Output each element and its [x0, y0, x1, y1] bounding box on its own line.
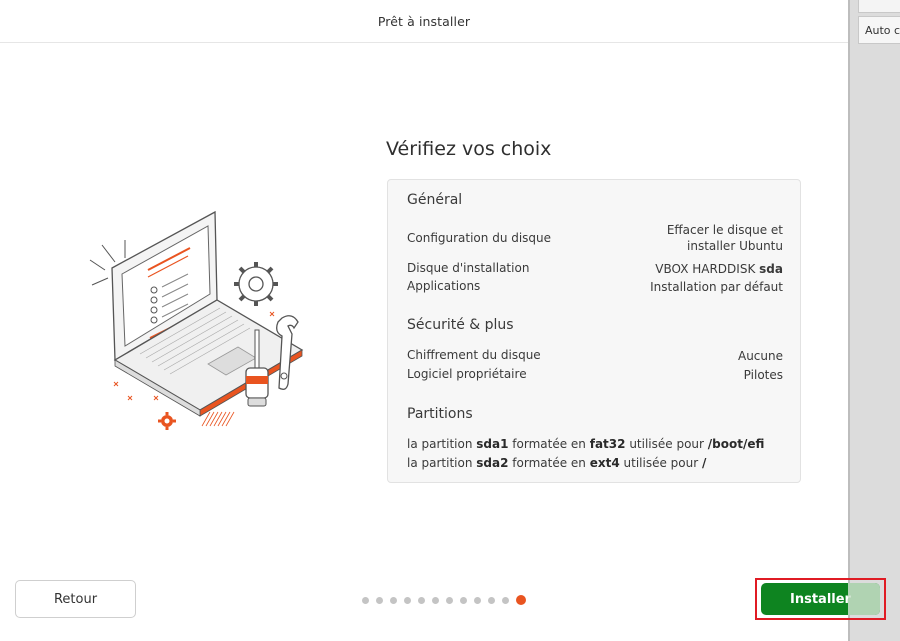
- disk-configuration-row: Configuration du disque Effacer le disqu…: [407, 222, 783, 256]
- gear-icon: [234, 262, 278, 306]
- row-label: Disque d'installation: [407, 261, 530, 275]
- summary-panel: Général Configuration du disque Effacer …: [387, 179, 801, 483]
- install-button-overlay: [848, 583, 880, 615]
- step-progress-dots: [362, 595, 526, 605]
- step-dot: [376, 596, 383, 604]
- step-dot: [418, 596, 425, 604]
- step-dot: [362, 596, 369, 604]
- install-disk-row: Disque d'installation VBOX HARDDISK sda: [407, 261, 783, 277]
- partitions-section-title: Partitions: [407, 406, 473, 422]
- back-button[interactable]: Retour: [15, 580, 136, 618]
- row-label: Applications: [407, 279, 481, 293]
- step-dot: [432, 596, 439, 604]
- step-dot: [474, 596, 481, 604]
- partition-item: la partition sda2 formatée en ext4 utili…: [407, 456, 707, 470]
- step-dot: [446, 596, 453, 604]
- partition-item: la partition sda1 formatée en fat32 util…: [407, 437, 765, 451]
- row-value: Installation par défaut: [650, 280, 783, 294]
- page-title: Prêt à installer: [377, 13, 471, 29]
- row-value: Aucune: [737, 349, 783, 363]
- install-button-label: Installer: [790, 591, 851, 607]
- laptop-icon: [89, 210, 304, 430]
- summary-heading: Vérifiez vos choix: [386, 138, 552, 160]
- applications-row: Applications Installation par défaut: [407, 279, 783, 295]
- step-dot: [502, 596, 509, 604]
- row-value: Pilotes: [743, 368, 783, 382]
- disk-encryption-row: Chiffrement du disque Aucune: [407, 348, 783, 364]
- row-value: VBOX HARDDISK sda: [655, 262, 783, 276]
- auto-button[interactable]: Auto ca: [858, 16, 900, 44]
- row-label: Logiciel propriétaire: [407, 367, 527, 381]
- window-header: Prêt à installer: [0, 0, 848, 43]
- step-dot: [488, 596, 495, 604]
- step-dot: [390, 596, 397, 604]
- install-button[interactable]: Installer: [761, 583, 880, 615]
- row-label: Chiffrement du disque: [407, 348, 541, 362]
- step-dot-current: [516, 595, 526, 605]
- general-section-title: Général: [407, 192, 463, 208]
- side-panel-strip: [858, 0, 900, 13]
- security-section-title: Sécurité & plus: [407, 317, 514, 333]
- step-dot: [404, 596, 411, 604]
- illustration: [70, 190, 330, 450]
- row-label: Configuration du disque: [407, 231, 552, 245]
- proprietary-software-row: Logiciel propriétaire Pilotes: [407, 367, 783, 383]
- row-value: Effacer le disque et installer Ubuntu: [666, 223, 783, 253]
- side-panel: Auto ca: [848, 0, 900, 641]
- step-dot: [460, 596, 467, 604]
